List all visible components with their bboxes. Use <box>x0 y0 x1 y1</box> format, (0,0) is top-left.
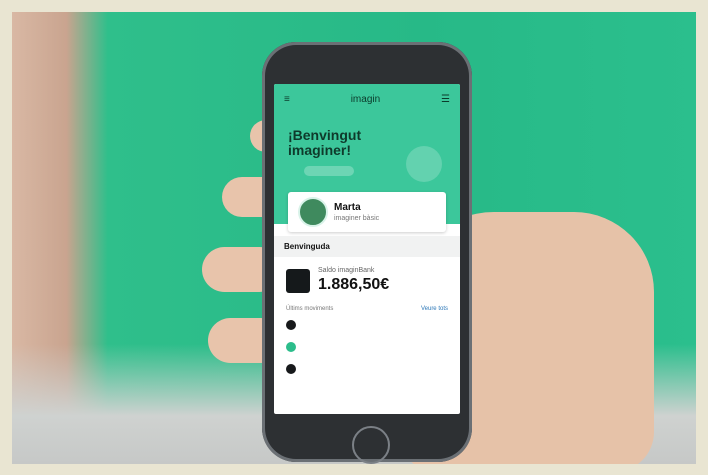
app-header: ≡ imagin ☰ ¡Benvingut imaginer! Marta im… <box>274 84 460 232</box>
avatar <box>298 197 328 227</box>
welcome-title: ¡Benvingut imaginer! <box>288 127 362 158</box>
movements-header: Últims moviments Veure tots <box>274 304 460 314</box>
bank-logo <box>286 268 310 293</box>
profile-name: Marta <box>334 202 361 213</box>
section-title: Benvinguda <box>274 236 460 257</box>
item-icon <box>286 320 296 330</box>
balance-label: Saldo imaginBank <box>318 267 375 274</box>
menu-icon[interactable]: ≡ <box>284 94 290 105</box>
welcome-pill[interactable] <box>304 166 354 176</box>
photo: ≡ imagin ☰ ¡Benvingut imaginer! Marta im… <box>12 12 696 464</box>
decoration-icon <box>406 146 442 182</box>
brand-logo: imagin <box>350 94 381 105</box>
home-button[interactable] <box>352 426 390 464</box>
balance-card[interactable]: Saldo imaginBank 1.886,50€ <box>274 257 460 304</box>
list-item[interactable] <box>274 336 460 358</box>
profile-text: Marta imaginer bàsic <box>334 202 379 222</box>
phone-screen: ≡ imagin ☰ ¡Benvingut imaginer! Marta im… <box>274 84 460 414</box>
nav-bar: ≡ imagin ☰ <box>274 92 460 107</box>
status-bar <box>274 84 460 92</box>
list-item[interactable] <box>274 314 460 336</box>
balance-value: 1.886,50€ <box>318 276 390 293</box>
item-icon <box>286 364 296 374</box>
list-item[interactable] <box>274 358 460 380</box>
profile-subtitle: imaginer bàsic <box>334 215 380 222</box>
view-all-link[interactable]: Veure tots <box>421 306 448 312</box>
movements-title: Últims moviments <box>286 306 334 312</box>
profile-card[interactable]: Marta imaginer bàsic <box>288 192 446 232</box>
profile-icon[interactable]: ☰ <box>441 94 450 105</box>
item-icon <box>286 342 296 352</box>
